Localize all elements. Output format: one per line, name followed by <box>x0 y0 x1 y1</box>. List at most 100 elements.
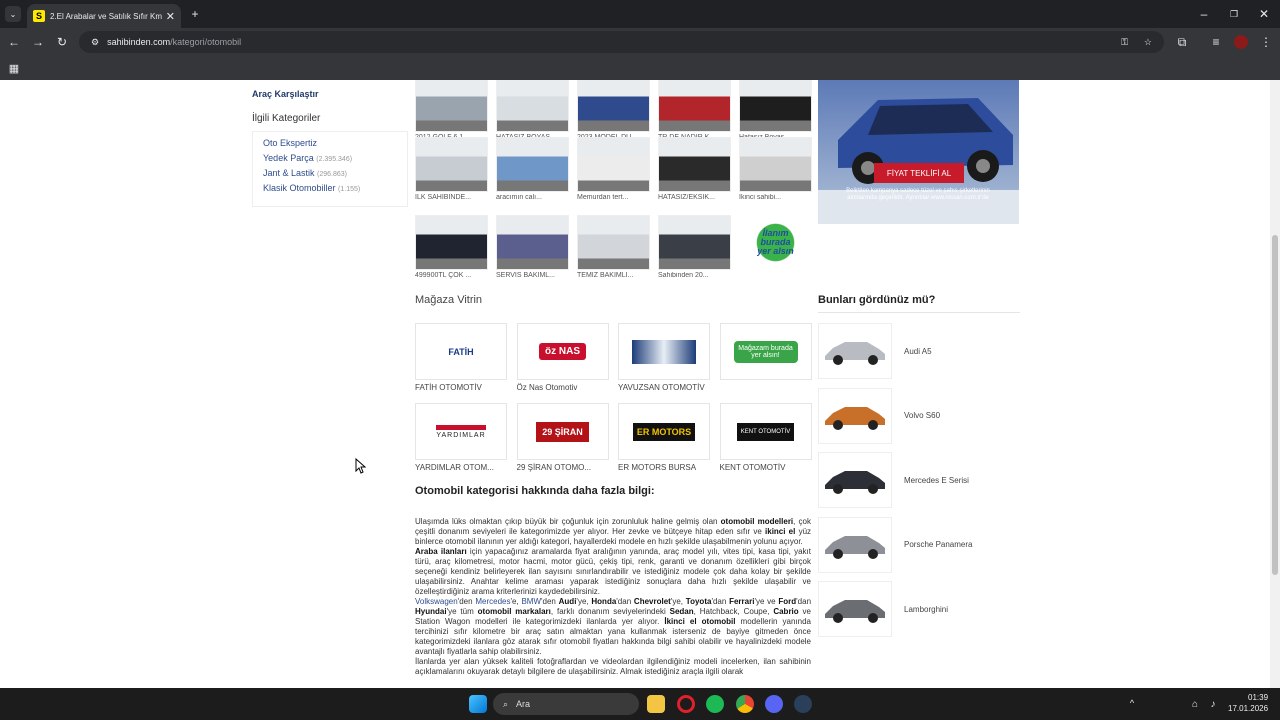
store-logo[interactable]: YARDIMLAR <box>415 403 507 460</box>
profile-avatar-icon[interactable] <box>1234 35 1248 49</box>
showcase-item[interactable]: İlanım burada yer alsın <box>739 215 812 272</box>
menu-kebab-icon[interactable]: ⋮ <box>1258 34 1274 50</box>
store-name[interactable]: Öz Nas Otomotiv <box>517 383 609 392</box>
showcase-item[interactable]: 2012 GOLF 6 1... <box>415 80 488 141</box>
suggested-model[interactable]: Porsche Panamera <box>818 516 1018 573</box>
active-tab[interactable]: S 2.El Arabalar ve Satılık Sıfır Km Oto … <box>27 4 181 28</box>
site-info-icon[interactable]: ⚙ <box>91 37 99 48</box>
showcase-item[interactable]: Sahibinden 20... <box>658 215 731 279</box>
listing-photo[interactable] <box>739 137 812 192</box>
volume-icon[interactable]: ♪ <box>1206 697 1220 711</box>
listing-photo[interactable] <box>415 80 488 132</box>
store-logo[interactable]: KENT OTOMOTİV <box>719 403 812 460</box>
bookmark-star-icon[interactable]: ☆ <box>1144 37 1152 48</box>
listing-photo[interactable] <box>415 215 488 270</box>
showcase-item[interactable]: TR DE NADİR K... <box>658 80 731 141</box>
showcase-item[interactable]: Memurdan tert... <box>577 137 650 201</box>
showcase-item[interactable]: 2023 MODEL DÜ... <box>577 80 650 141</box>
suggested-model[interactable]: Audi A5 <box>818 323 1018 379</box>
close-tab-icon[interactable]: ✕ <box>166 10 175 23</box>
store-item[interactable]: FATİH FATİH OTOMOTİV <box>415 323 507 392</box>
listing-photo[interactable] <box>658 137 731 192</box>
store-name[interactable]: ER MOTORS BURSA <box>618 463 710 472</box>
forward-icon[interactable]: → <box>30 34 46 50</box>
network-icon[interactable]: ⌂ <box>1188 697 1202 711</box>
show-hidden-icons[interactable]: ^ <box>1126 697 1138 709</box>
related-item[interactable]: Klasik Otomobiller (1.155) <box>263 183 397 193</box>
related-item[interactable]: Yedek Parça (2.395.346) <box>263 153 397 163</box>
model-photo[interactable] <box>818 452 892 508</box>
showcase-item[interactable]: Hatasız Boyas... <box>739 80 812 141</box>
price-offer-button[interactable]: FİYAT TEKLİFİ AL <box>874 163 964 183</box>
close-window-icon[interactable]: ✕ <box>1256 6 1272 22</box>
model-name[interactable]: Audi A5 <box>904 347 932 356</box>
media-control-icon[interactable]: ≡ <box>1208 34 1224 50</box>
showcase-item[interactable]: 499900TL ÇOK ... <box>415 215 488 279</box>
opera-icon[interactable] <box>677 695 695 713</box>
listing-caption[interactable]: HATASIZ/EKSİK... <box>658 194 731 201</box>
listing-photo[interactable] <box>577 137 650 192</box>
system-clock[interactable]: 01:39 17.01.2026 <box>1228 692 1268 714</box>
maximize-icon[interactable]: ❐ <box>1226 6 1242 22</box>
minimize-icon[interactable]: – <box>1196 6 1212 22</box>
store-name[interactable]: YARDIMLAR OTOM... <box>415 463 507 472</box>
listing-photo[interactable] <box>739 80 812 132</box>
reload-icon[interactable]: ↻ <box>54 34 70 50</box>
model-photo[interactable] <box>818 581 892 637</box>
windows-start-icon[interactable] <box>469 695 487 713</box>
listing-caption[interactable]: 499900TL ÇOK ... <box>415 272 488 279</box>
listing-caption[interactable]: İLK SAHİBİNDE... <box>415 194 488 201</box>
compare-vehicles-link[interactable]: Araç Karşılaştır <box>252 89 319 99</box>
listing-photo[interactable] <box>577 80 650 132</box>
store-logo[interactable] <box>618 323 710 380</box>
model-name[interactable]: Porsche Panamera <box>904 540 972 549</box>
model-photo[interactable] <box>818 516 892 573</box>
store-item[interactable]: 29 ŞİRAN 29 ŞİRAN OTOMO... <box>516 403 609 472</box>
store-logo[interactable]: ER MOTORS <box>618 403 710 460</box>
taskbar-search[interactable]: ⌕ Ara <box>493 693 639 715</box>
store-name[interactable]: KENT OTOMOTİV <box>720 463 812 472</box>
listing-caption[interactable]: Memurdan tert... <box>577 194 650 201</box>
page-scrollbar[interactable] <box>1270 80 1280 688</box>
listing-photo[interactable] <box>658 215 731 270</box>
showcase-item[interactable]: İLK SAHİBİNDE... <box>415 137 488 201</box>
showcase-item[interactable]: aracımın calı... <box>496 137 569 201</box>
tab-search-icon[interactable]: ⌄ <box>5 6 21 22</box>
listing-caption[interactable]: SERVİS BAKIML... <box>496 272 569 279</box>
store-item[interactable]: YARDIMLAR YARDIMLAR OTOM... <box>415 403 507 472</box>
spotify-icon[interactable] <box>706 695 724 713</box>
model-photo[interactable] <box>818 387 892 444</box>
nissan-ad-banner[interactable]: FİYAT TEKLİFİ AL Belirtilen kampanya sad… <box>818 80 1019 224</box>
password-key-icon[interactable]: ⚿ <box>1121 37 1128 48</box>
store-item[interactable]: Mağazam burada yer alsın! <box>719 323 812 383</box>
store-name[interactable]: 29 ŞİRAN OTOMO... <box>517 463 609 472</box>
listing-photo[interactable] <box>577 215 650 270</box>
model-name[interactable]: Volvo S60 <box>904 411 940 420</box>
showcase-item[interactable]: TEMİZ BAKIMLI... <box>577 215 650 279</box>
steam-icon[interactable] <box>794 695 812 713</box>
store-logo[interactable]: 29 ŞİRAN <box>516 403 609 460</box>
store-logo[interactable]: Mağazam burada yer alsın! <box>719 323 812 380</box>
store-logo[interactable]: öz NAS <box>516 323 609 380</box>
new-tab-icon[interactable]: + <box>187 6 203 22</box>
showcase-item[interactable]: SERVİS BAKIML... <box>496 215 569 279</box>
listing-photo[interactable] <box>496 137 569 192</box>
store-item[interactable]: ER MOTORS ER MOTORS BURSA <box>618 403 710 472</box>
store-item[interactable]: KENT OTOMOTİV KENT OTOMOTİV <box>719 403 812 472</box>
listing-caption[interactable]: aracımın calı... <box>496 194 569 201</box>
scrollbar-thumb[interactable] <box>1272 235 1278 575</box>
store-logo[interactable]: FATİH <box>415 323 507 380</box>
listing-photo[interactable] <box>658 80 731 132</box>
model-name[interactable]: Mercedes E Serisi <box>904 476 969 485</box>
suggested-model[interactable]: Lamborghini <box>818 581 1018 637</box>
listing-photo[interactable] <box>496 215 569 270</box>
related-item[interactable]: Oto Ekspertiz <box>263 138 397 148</box>
store-item[interactable]: öz NAS Öz Nas Otomotiv <box>516 323 609 392</box>
extensions-icon[interactable]: ⧉ <box>1174 34 1190 50</box>
back-icon[interactable]: ← <box>6 34 22 50</box>
model-photo[interactable] <box>818 323 892 379</box>
showcase-item[interactable]: HATASIZ BOYAS... <box>496 80 569 141</box>
store-name[interactable]: FATİH OTOMOTİV <box>415 383 507 392</box>
showcase-item[interactable]: HATASIZ/EKSİK... <box>658 137 731 201</box>
listing-caption[interactable]: İkinci sahibi... <box>739 194 812 201</box>
